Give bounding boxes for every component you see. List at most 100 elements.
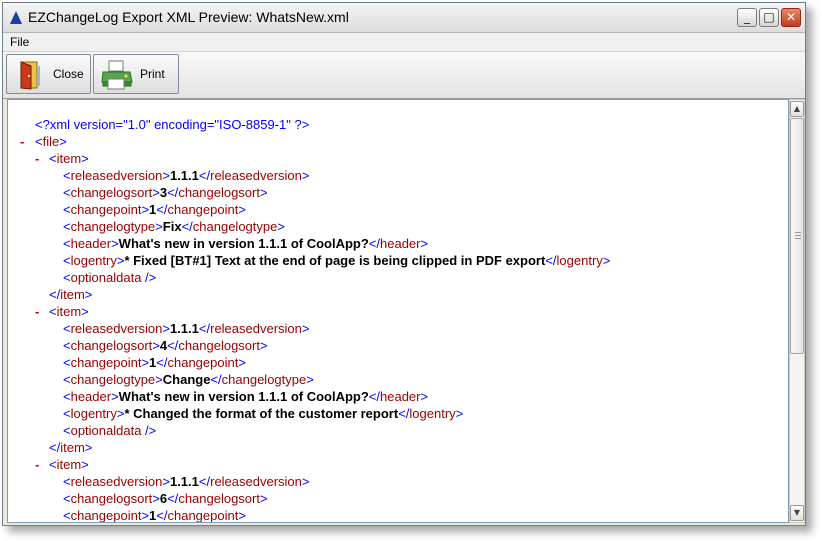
field-value: 1.1.1 [169,168,199,183]
field-value: What's new in version 1.1.1 of CoolApp? [118,389,369,404]
field-tag-name: changepoint [70,202,142,217]
field-value: Change [162,372,211,387]
field-close-tag-name: logentry [556,253,603,268]
field-tag-name: changelogsort [70,185,153,200]
field-tag-name: changepoint [70,508,142,523]
xml-field-line: <optionaldata /> [63,270,157,285]
item-tag-name: item [56,151,82,166]
field-tag-name: optionaldata [70,270,142,285]
field-close-tag-name: changelogsort [178,338,260,353]
field-tag-name: changelogsort [70,491,153,506]
toolbar: Close Print [3,51,805,99]
menu-file[interactable]: File [10,35,29,49]
field-close-tag-name: header [380,389,421,404]
xml-item-open: <item> [49,304,89,319]
field-close-tag-name: changepoint [167,508,239,523]
field-tag-name: optionaldata [70,423,142,438]
scroll-down-arrow-icon[interactable]: ▼ [790,505,804,521]
field-tag-name: releasedversion [70,474,163,489]
field-value: Fix [162,219,182,234]
title-bar[interactable]: EZChangeLog Export XML Preview: WhatsNew… [3,3,805,33]
field-value: 6 [159,491,168,506]
field-close-tag-name: releasedversion [210,474,302,489]
field-close-tag-name: logentry [409,406,456,421]
field-tag-name: releasedversion [70,168,163,183]
root-tag-name: file [42,134,60,149]
scroll-up-arrow-icon[interactable]: ▲ [790,101,804,117]
field-value: 3 [159,185,168,200]
print-button-label: Print [140,67,165,81]
close-button-label: Close [53,67,84,81]
xml-field-line: <optionaldata /> [63,423,157,438]
field-value: 1.1.1 [169,474,199,489]
xml-item-close: </item> [49,287,93,302]
collapse-toggle[interactable]: - [35,303,39,320]
xml-field-line: <header>What's new in version 1.1.1 of C… [63,389,429,404]
field-value: 4 [159,338,168,353]
field-close-tag-name: releasedversion [210,168,302,183]
menu-bar: File [3,33,805,51]
collapse-toggle[interactable]: - [35,456,39,473]
xml-declaration: <?xml version="1.0" encoding="ISO-8859-1… [35,117,310,132]
xml-field-line: <changelogtype>Change</changelogtype> [63,372,314,387]
field-close-tag-name: changelogtype [221,372,307,387]
field-value: 1.1.1 [169,321,199,336]
field-close-tag-name: changelogtype [192,219,278,234]
maximize-button[interactable]: □ [759,8,779,27]
print-button[interactable]: Print [93,54,179,94]
xml-field-line: <changepoint>1</changepoint> [63,355,246,370]
xml-field-line: <logentry>* Changed the format of the cu… [63,406,464,421]
xml-field-line: <releasedversion>1.1.1</releasedversion> [63,168,310,183]
item-close-tag-name: item [60,440,85,455]
xml-field-line: <header>What's new in version 1.1.1 of C… [63,236,429,251]
xml-root-open: <file> [35,134,67,149]
xml-field-line: <logentry>* Fixed [BT#1] Text at the end… [63,253,611,268]
item-close-tag-name: item [60,287,85,302]
xml-item-close: </item> [49,440,93,455]
field-close-tag-name: changepoint [167,202,239,217]
door-exit-icon [20,61,40,90]
collapse-toggle[interactable]: - [20,133,24,150]
field-close-tag-name: changelogsort [178,491,260,506]
field-tag-name: header [70,389,112,404]
xml-field-line: <changelogsort>6</changelogsort> [63,491,268,506]
field-close-tag-name: header [380,236,421,251]
item-tag-name: item [56,304,82,319]
xml-preview-pane[interactable]: <?xml version="1.0" encoding="ISO-8859-1… [7,99,789,523]
field-tag-name: changelogtype [70,372,156,387]
xml-field-line: <changelogsort>3</changelogsort> [63,185,268,200]
item-tag-name: item [56,457,82,472]
close-button[interactable]: Close [6,54,91,94]
field-close-tag-name: releasedversion [210,321,302,336]
printer-icon [101,60,133,90]
xml-item-open: <item> [49,457,89,472]
field-tag-name: changelogsort [70,338,153,353]
field-value: * Fixed [BT#1] Text at the end of page i… [124,253,546,268]
field-close-tag-name: changepoint [167,355,239,370]
close-window-button[interactable]: ✕ [781,8,801,27]
xml-field-line: <changepoint>1</changepoint> [63,508,246,523]
collapse-toggle[interactable]: - [35,150,39,167]
vertical-scrollbar[interactable]: ▲ ▼ [789,99,805,523]
scrollbar-thumb[interactable] [790,118,804,354]
field-tag-name: releasedversion [70,321,163,336]
window-title: EZChangeLog Export XML Preview: WhatsNew… [28,9,349,25]
field-value: * Changed the format of the customer rep… [124,406,399,421]
preview-window: EZChangeLog Export XML Preview: WhatsNew… [2,2,806,526]
field-tag-name: logentry [70,406,117,421]
field-value: What's new in version 1.1.1 of CoolApp? [118,236,369,251]
field-tag-name: changelogtype [70,219,156,234]
xml-declaration-line: <?xml version="1.0" encoding="ISO-8859-1… [35,116,309,133]
app-logo-icon [10,11,22,24]
xml-field-line: <changelogtype>Fix</changelogtype> [63,219,285,234]
field-tag-name: changepoint [70,355,142,370]
xml-field-line: <changelogsort>4</changelogsort> [63,338,268,353]
field-tag-name: header [70,236,112,251]
xml-field-line: <releasedversion>1.1.1</releasedversion> [63,321,310,336]
xml-field-line: <releasedversion>1.1.1</releasedversion> [63,474,310,489]
xml-field-line: <changepoint>1</changepoint> [63,202,246,217]
field-close-tag-name: changelogsort [178,185,260,200]
xml-item-open: <item> [49,151,89,166]
minimize-button[interactable]: _ [737,8,757,27]
field-tag-name: logentry [70,253,117,268]
